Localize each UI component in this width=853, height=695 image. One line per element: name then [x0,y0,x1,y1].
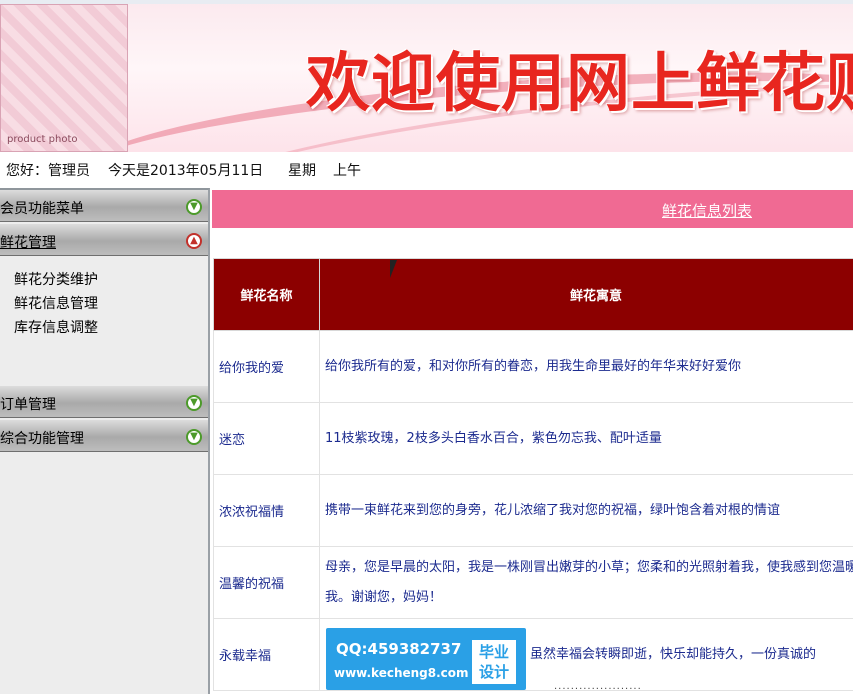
menu-general-functions[interactable]: 综合功能管理 ▼ [0,420,208,452]
mouse-pointer-icon [390,260,404,278]
menu-flower-management[interactable]: 鲜花管理 ▲ [0,224,208,256]
flower-table: 鲜花名称 鲜花寓意 给你我的爱 给你我所有的爱，和对你所有的眷恋，用我生命里最好… [213,258,853,691]
expand-arrow-icon[interactable]: ▼ [186,395,202,411]
watermark-qq: QQ:459382737 [336,640,461,658]
flower-name-cell: 迷恋 [214,403,320,475]
banner-photo: product photo [0,4,128,152]
flower-list-title-link[interactable]: 鲜花信息列表 [662,200,752,221]
menu-order-management[interactable]: 订单管理 ▼ [0,386,208,418]
expand-arrow-icon[interactable]: ▼ [186,429,202,445]
menu-member-functions-label: 会员功能菜单 [0,198,84,218]
banner: product photo 欢迎使用网上鲜花购物馆 [0,0,853,152]
watermark-logo-line1: 毕业 [472,642,516,662]
watermark-badge: QQ:459382737 www.kecheng8.com 毕业 设计 [326,628,526,690]
banner-title: 欢迎使用网上鲜花购物馆 [306,32,853,124]
table-row: 温馨的祝福 母亲，您是早晨的太阳，我是一株刚冒出嫩芽的小草；您柔和的光照射着我，… [214,547,853,619]
list-header-bar: 鲜花信息列表 [212,190,853,228]
watermark-url: www.kecheng8.com [334,666,469,680]
sidebar-item-flower-info[interactable]: 鲜花信息管理 [0,292,208,316]
flower-name-cell: 给你我的爱 [214,331,320,403]
expand-arrow-icon[interactable]: ▼ [186,199,202,215]
sidebar-item-flower-category[interactable]: 鲜花分类维护 [0,268,208,292]
date-text: 今天是2013年05月11日 [108,160,263,180]
greeting-text: 您好：管理员 [6,160,90,180]
table-row: 永载幸福 虽然幸福会转瞬即逝，快乐却能持久，一份真诚的 [214,619,853,691]
table-row: 浓浓祝福情 携带一束鲜花来到您的身旁，花儿浓缩了我对您的祝福，绿叶饱含着对根的情… [214,475,853,547]
main-content: 鲜花信息列表 鲜花名称 鲜花寓意 给你我的爱 给你我所有的爱，和对你所有的眷恋，… [212,188,853,694]
flower-meaning-cell: 母亲，您是早晨的太阳，我是一株刚冒出嫩芽的小草；您柔和的光照射着我，使我感到您温… [320,547,853,619]
collapse-arrow-icon[interactable]: ▲ [186,233,202,249]
flower-name-cell: 温馨的祝福 [214,547,320,619]
flower-management-submenu: 鲜花分类维护 鲜花信息管理 库存信息调整 [0,258,208,386]
menu-flower-management-label: 鲜花管理 [0,232,56,252]
status-dots: ····················· [554,684,642,695]
menu-order-management-label: 订单管理 [0,394,56,414]
weekday-text: 星期 [288,160,316,180]
flower-name-cell: 浓浓祝福情 [214,475,320,547]
flower-name-cell: 永载幸福 [214,619,320,691]
table-header-row: 鲜花名称 鲜花寓意 [214,259,853,331]
flower-meaning-cell: 给你我所有的爱，和对你所有的眷恋，用我生命里最好的年华来好好爱你 [320,331,853,403]
period-text: 上午 [333,160,361,180]
watermark-logo-line2: 设计 [472,662,516,682]
flower-meaning-cell: 携带一束鲜花来到您的身旁，花儿浓缩了我对您的祝福，绿叶饱含着对根的情谊 [320,475,853,547]
sidebar: 会员功能菜单 ▼ 鲜花管理 ▲ 鲜花分类维护 鲜花信息管理 库存信息调整 订单管… [0,188,210,694]
table-row: 给你我的爱 给你我所有的爱，和对你所有的眷恋，用我生命里最好的年华来好好爱你 [214,331,853,403]
watermark-logo: 毕业 设计 [472,640,516,684]
menu-general-functions-label: 综合功能管理 [0,428,84,448]
menu-member-functions[interactable]: 会员功能菜单 ▼ [0,190,208,222]
flower-meaning-cell: 11枝紫玫瑰，2枝多头白香水百合，紫色勿忘我、配叶适量 [320,403,853,475]
banner-photo-label: product photo [7,134,77,145]
sidebar-item-stock-adjust[interactable]: 库存信息调整 [0,316,208,340]
column-header-name: 鲜花名称 [214,259,320,331]
table-row: 迷恋 11枝紫玫瑰，2枝多头白香水百合，紫色勿忘我、配叶适量 [214,403,853,475]
status-bar: 您好：管理员 今天是2013年05月11日 星期 上午 [0,152,853,188]
